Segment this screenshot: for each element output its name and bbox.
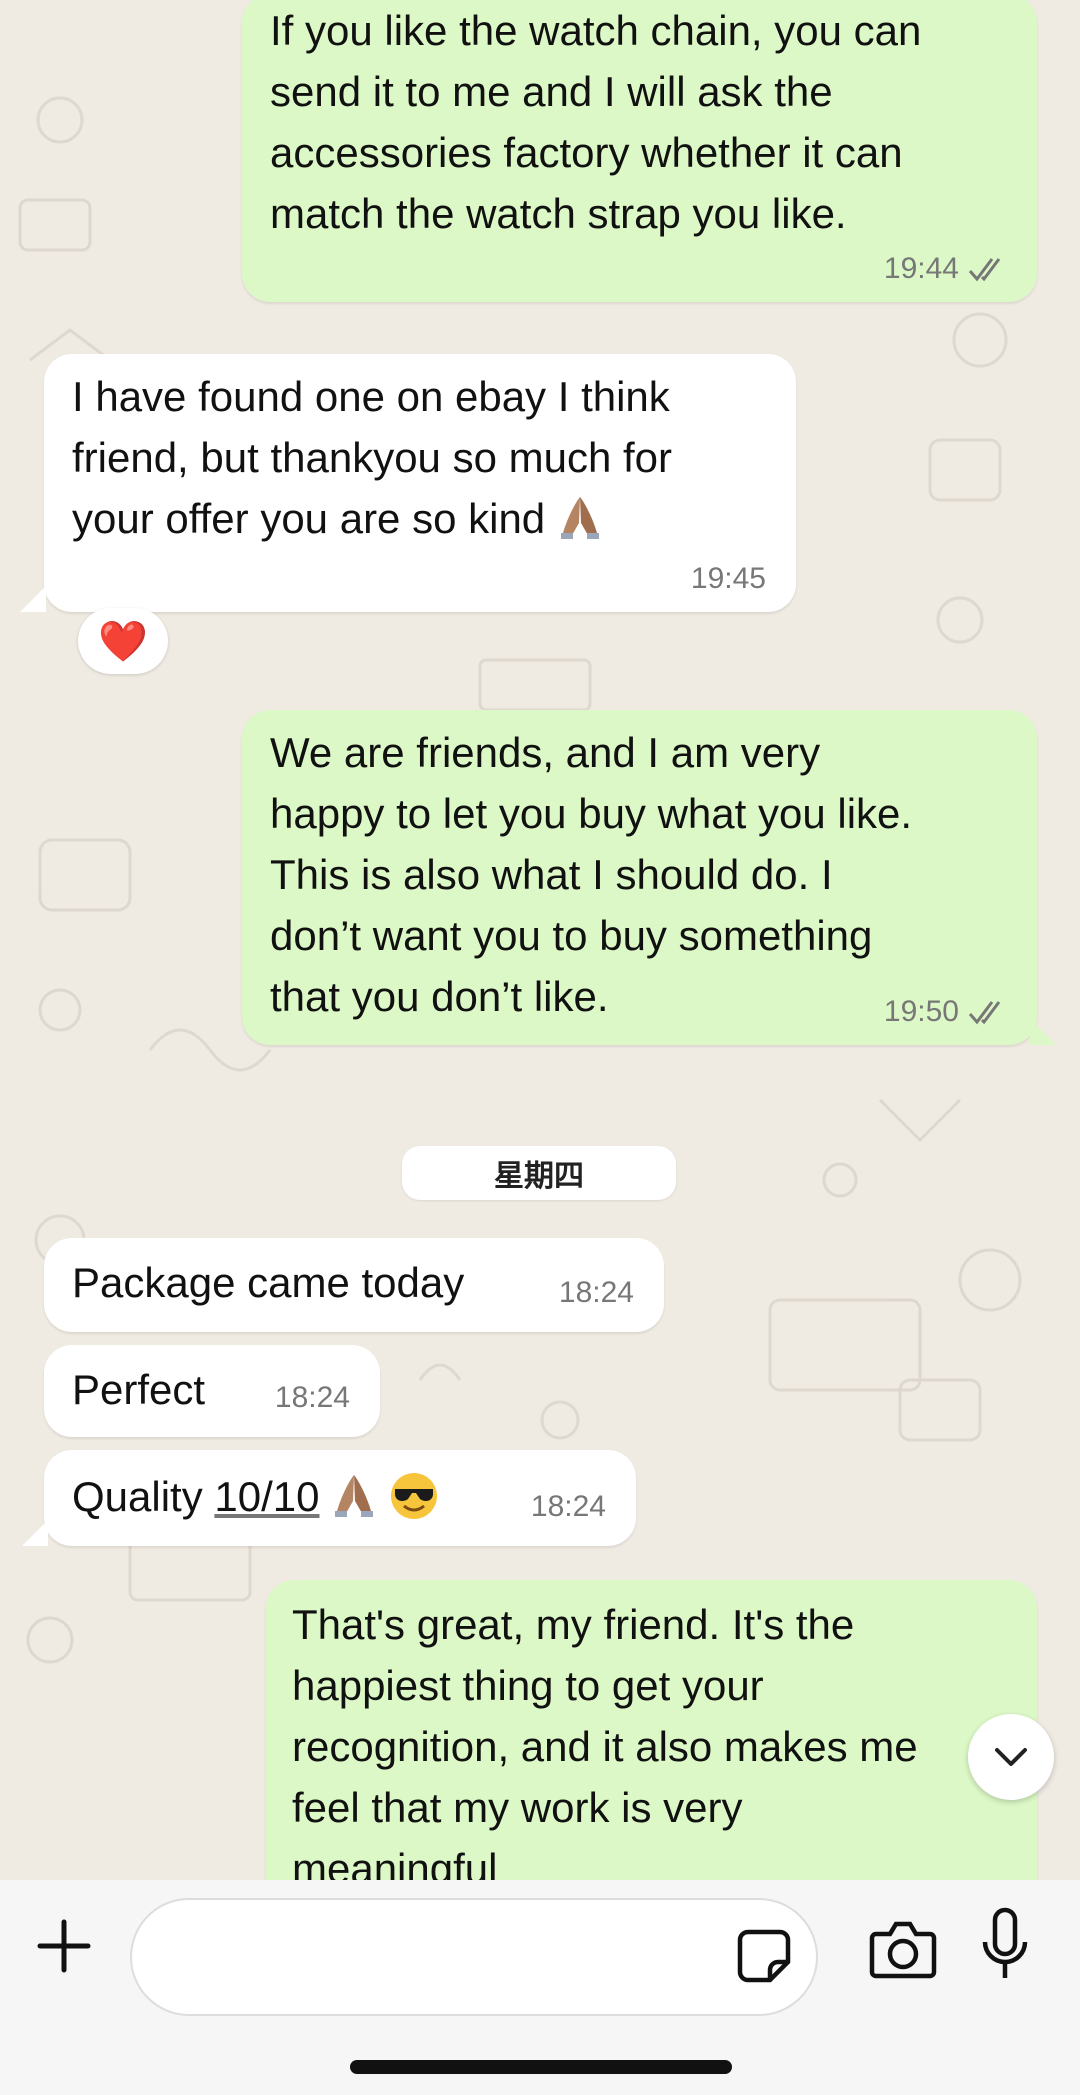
home-indicator[interactable] [350, 2060, 732, 2074]
chat-wallpaper: If you like the watch chain, you can sen… [0, 0, 1080, 1880]
date-separator: 星期四 [402, 1146, 676, 1200]
message-incoming[interactable]: Perfect 18:24 [44, 1345, 380, 1437]
message-outgoing[interactable]: We are friends, and I am very happy to l… [242, 710, 1037, 1045]
message-meta: 19:44 [884, 252, 1007, 286]
message-time: 19:50 [883, 995, 959, 1028]
sticker-button[interactable] [734, 1926, 794, 1986]
message-time: 18:24 [530, 1490, 606, 1523]
message-input[interactable] [130, 1898, 818, 2016]
message-time: 18:24 [274, 1381, 350, 1414]
message-text: Package came today [72, 1259, 465, 1306]
message-text-prefix: Quality [72, 1473, 215, 1520]
message-incoming[interactable]: Quality 10/10 18:24 [44, 1450, 636, 1546]
message-time: 19:44 [883, 252, 959, 285]
camera-icon [869, 1921, 937, 1979]
folded-hands-emoji [335, 1475, 374, 1517]
message-time: 18:24 [558, 1276, 634, 1309]
message-meta: 19:50 [884, 995, 1007, 1029]
camera-button[interactable] [868, 1916, 938, 1982]
voice-message-button[interactable] [980, 1906, 1030, 1990]
scroll-to-bottom-button[interactable] [968, 1714, 1054, 1800]
sunglasses-face-emoji [390, 1473, 437, 1519]
message-text: Quality 10/10 [72, 1466, 439, 1527]
message-text: We are friends, and I am very happy to l… [270, 729, 913, 1020]
message-time: 19:45 [690, 562, 766, 595]
message-outgoing[interactable]: If you like the watch chain, you can sen… [242, 0, 1037, 302]
folded-hands-emoji [560, 497, 599, 539]
message-text: I have found one on ebay I think friend,… [72, 366, 672, 549]
message-outgoing[interactable]: That's great, my friend. It's the happie… [266, 1580, 1037, 1880]
double-check-icon [968, 1001, 1001, 1025]
message-meta: 19:45 [691, 562, 766, 596]
chevron-down-icon [995, 1748, 1027, 1766]
message-meta: 18:24 [559, 1276, 634, 1310]
microphone-icon [982, 1907, 1028, 1978]
bubble-tail [1030, 1019, 1056, 1045]
message-incoming[interactable]: I have found one on ebay I think friend,… [44, 354, 796, 612]
message-link-text[interactable]: 10/10 [214, 1473, 319, 1520]
bubble-tail [22, 1520, 48, 1546]
message-text: That's great, my friend. It's the happie… [292, 1601, 918, 1880]
bubble-tail [20, 586, 46, 612]
message-text: Perfect [72, 1366, 206, 1413]
attach-button[interactable] [34, 1916, 94, 1976]
reaction-badge[interactable]: ❤️ [78, 608, 168, 674]
double-check-icon [968, 258, 1001, 282]
message-text: If you like the watch chain, you can sen… [270, 7, 922, 237]
sticker-icon [737, 1929, 791, 1983]
message-meta: 18:24 [275, 1381, 350, 1415]
message-incoming[interactable]: Package came today 18:24 [44, 1238, 664, 1332]
plus-icon [37, 1919, 91, 1973]
message-meta: 18:24 [531, 1490, 606, 1524]
